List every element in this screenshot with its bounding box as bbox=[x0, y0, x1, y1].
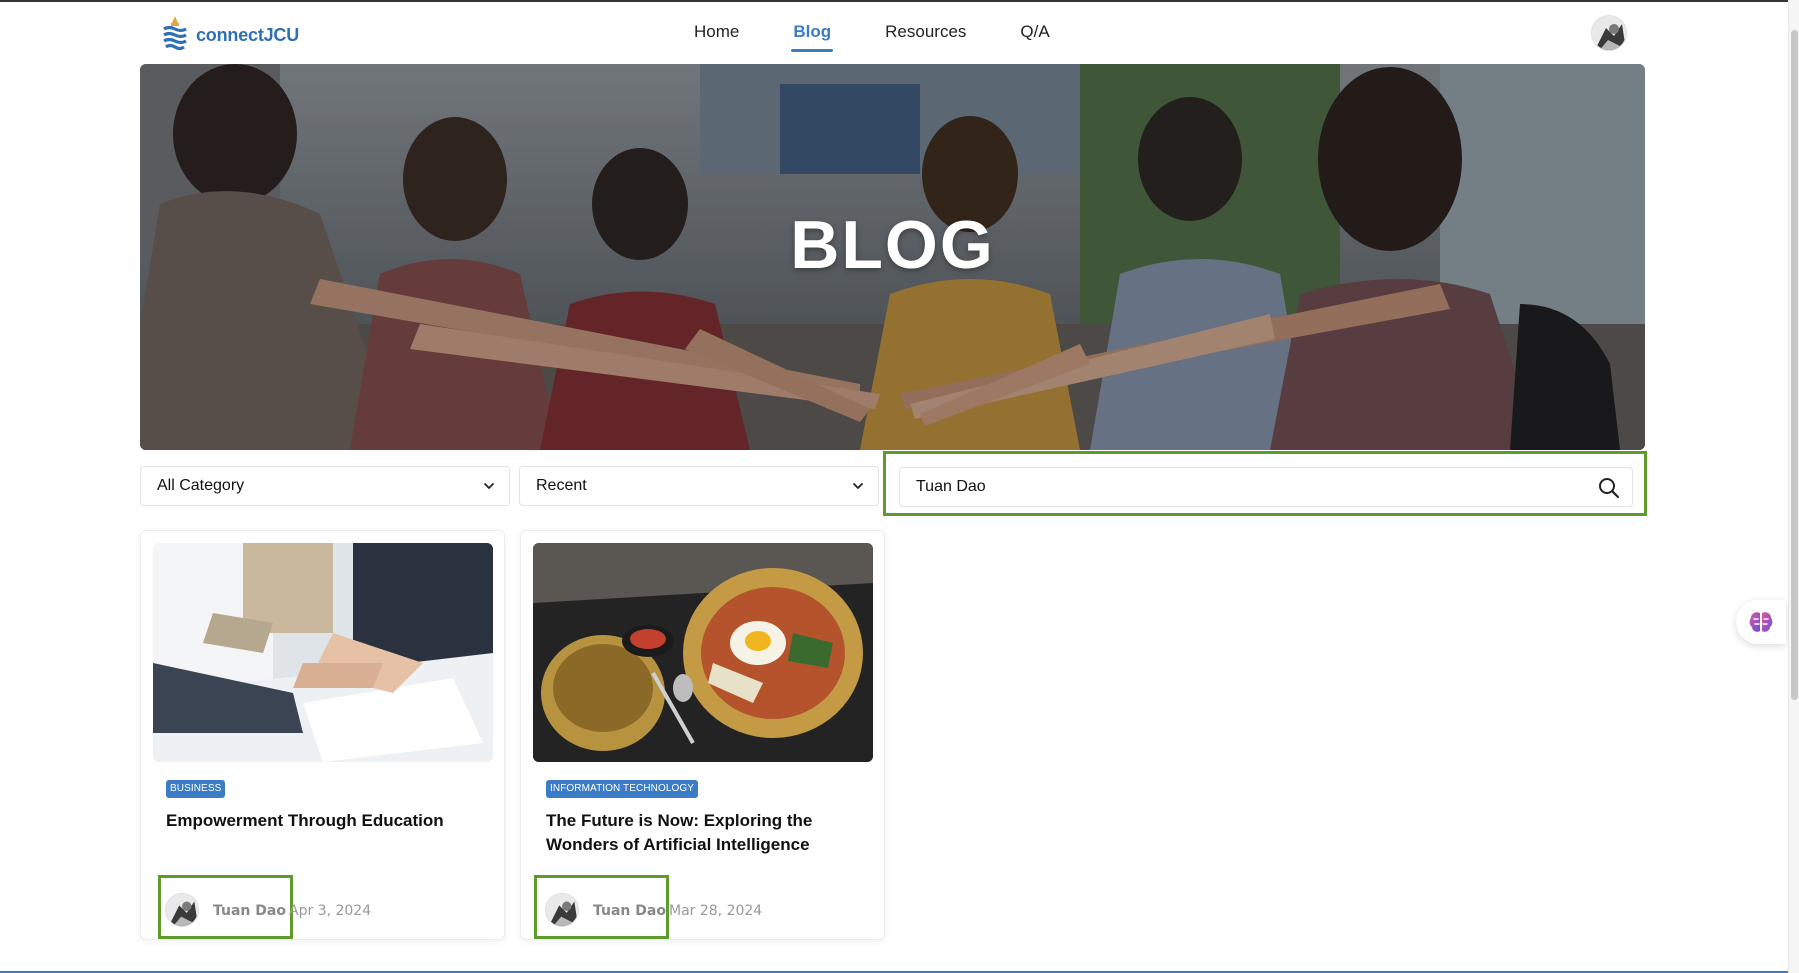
brain-icon bbox=[1749, 612, 1773, 632]
post-date: Mar 28, 2024 bbox=[669, 903, 763, 919]
post-title[interactable]: The Future is Now: Exploring the Wonders… bbox=[546, 809, 866, 857]
brand-name: connectJCU bbox=[196, 24, 300, 45]
nav-item-home[interactable]: Home bbox=[680, 14, 753, 52]
search-icon[interactable] bbox=[1598, 477, 1620, 499]
top-navbar: connectJCU Home Blog Resources Q/A bbox=[0, 2, 1788, 64]
chevron-down-icon bbox=[853, 483, 863, 489]
blog-post-card[interactable]: INFORMATION TECHNOLOGY The Future is Now… bbox=[520, 530, 885, 940]
post-thumbnail[interactable] bbox=[153, 543, 493, 762]
hero-title: BLOG bbox=[790, 207, 995, 283]
blog-post-card[interactable]: BUSINESS Empowerment Through Education T… bbox=[140, 530, 505, 940]
chevron-down-icon bbox=[484, 483, 494, 489]
sort-select[interactable]: Recent bbox=[519, 466, 879, 506]
nav-item-blog[interactable]: Blog bbox=[779, 14, 845, 52]
sort-select-value: Recent bbox=[536, 477, 587, 494]
author-name[interactable]: Tuan Dao bbox=[593, 903, 666, 919]
author-avatar-icon bbox=[165, 893, 199, 927]
app-window: connectJCU Home Blog Resources Q/A BLOG … bbox=[0, 0, 1788, 973]
logo-icon bbox=[163, 16, 187, 51]
brand-logo[interactable]: connectJCU bbox=[160, 14, 299, 56]
category-badge[interactable]: INFORMATION TECHNOLOGY bbox=[546, 780, 699, 798]
post-date: Apr 3, 2024 bbox=[289, 903, 372, 919]
category-select-value: All Category bbox=[157, 477, 245, 494]
scrollbar-thumb[interactable] bbox=[1791, 30, 1798, 700]
search-box bbox=[899, 467, 1633, 507]
search-input[interactable] bbox=[900, 468, 1580, 506]
user-avatar-icon[interactable] bbox=[1591, 15, 1627, 51]
category-select[interactable]: All Category bbox=[140, 466, 510, 506]
brain-assistant-button[interactable] bbox=[1736, 600, 1786, 644]
category-badge[interactable]: BUSINESS bbox=[166, 780, 226, 798]
search-highlight bbox=[883, 451, 1647, 516]
hero-banner: BLOG bbox=[140, 64, 1645, 450]
nav-item-qa[interactable]: Q/A bbox=[1006, 14, 1063, 52]
post-thumbnail[interactable] bbox=[533, 543, 873, 762]
post-title[interactable]: Empowerment Through Education bbox=[166, 809, 486, 833]
author-avatar-icon bbox=[545, 893, 579, 927]
main-nav: Home Blog Resources Q/A bbox=[680, 14, 1090, 52]
nav-item-resources[interactable]: Resources bbox=[871, 14, 980, 52]
page-scrollbar[interactable] bbox=[1788, 0, 1799, 973]
author-name[interactable]: Tuan Dao bbox=[213, 903, 286, 919]
